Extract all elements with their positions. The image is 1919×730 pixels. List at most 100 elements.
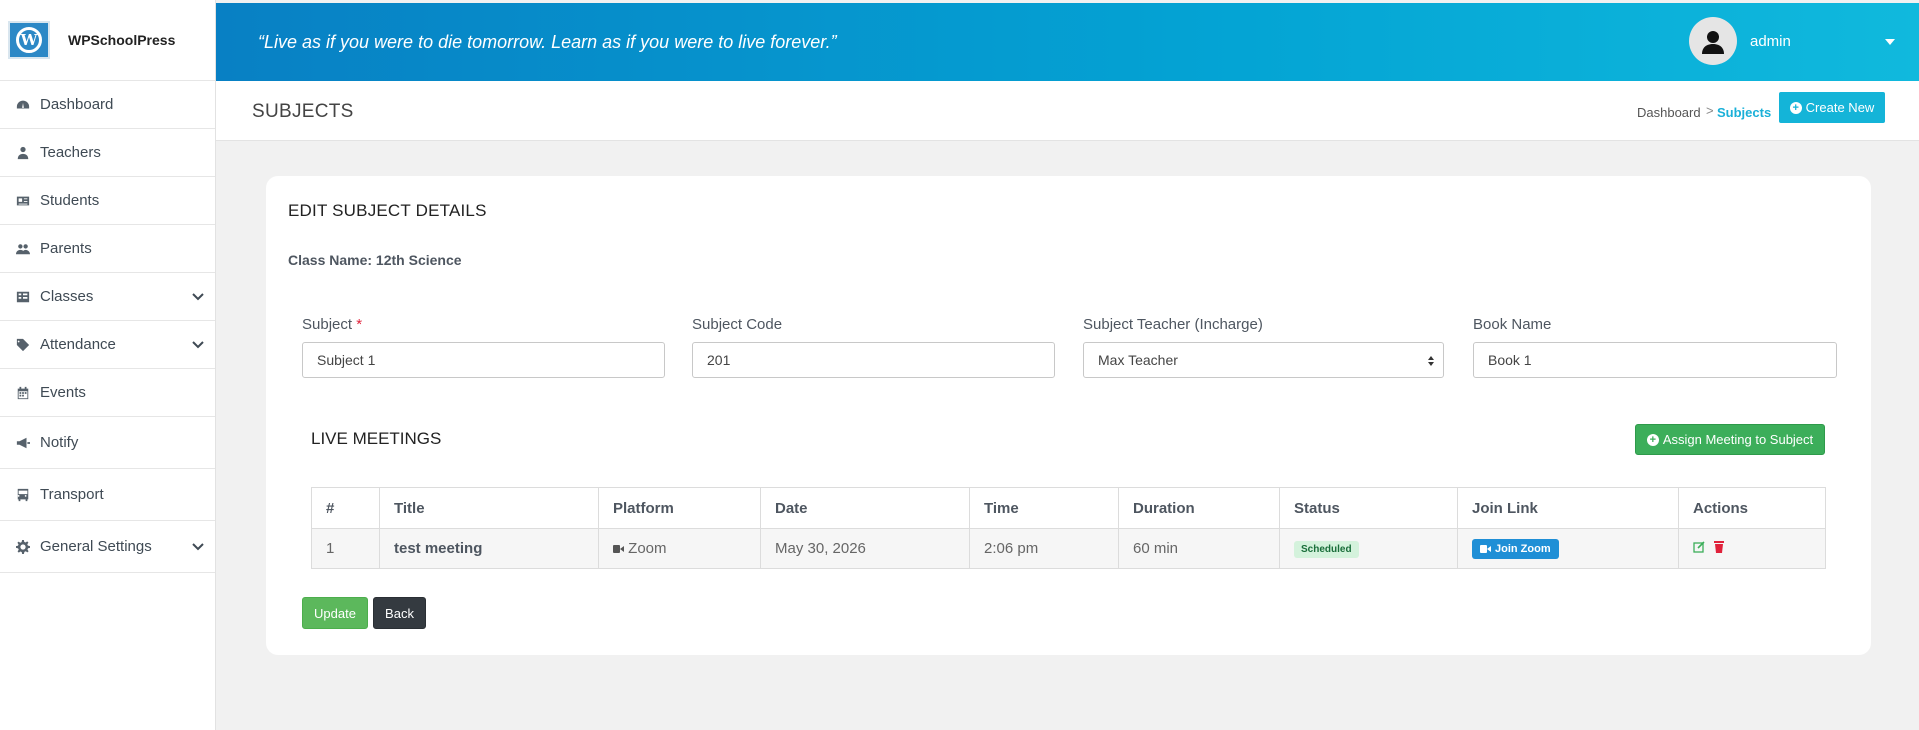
tag-icon (15, 337, 31, 353)
trash-icon[interactable] (1713, 540, 1725, 553)
update-button[interactable]: Update (302, 597, 368, 629)
user-name[interactable]: admin (1750, 33, 1791, 50)
col-title: Title (379, 487, 599, 529)
assign-meeting-label: Assign Meeting to Subject (1662, 432, 1814, 447)
meetings-table: # Title Platform Date Time Duration Stat… (311, 487, 1826, 569)
table-header-row: # Title Platform Date Time Duration Stat… (311, 487, 1826, 529)
platform-name: Zoom (628, 540, 667, 557)
cell-platform: Zoom (598, 528, 761, 569)
edit-subject-card: EDIT SUBJECT DETAILS Class Name: 12th Sc… (266, 176, 1871, 655)
col-date: Date (760, 487, 970, 529)
bus-icon (15, 487, 31, 503)
sidebar-item-events[interactable]: Events (0, 369, 215, 417)
user-icon (1702, 31, 1724, 54)
col-join-link: Join Link (1457, 487, 1679, 529)
plus-circle-icon: + (1789, 101, 1802, 114)
class-name: Class Name: 12th Science (288, 252, 462, 268)
cell-status: Scheduled (1279, 528, 1458, 569)
sidebar-item-label: Attendance (40, 336, 116, 353)
motivational-quote: “Live as if you were to die tomorrow. Le… (258, 32, 837, 52)
subject-code-label: Subject Code (692, 316, 783, 333)
join-zoom-button[interactable]: Join Zoom (1472, 538, 1559, 559)
book-name-input[interactable]: Book 1 (1473, 342, 1837, 378)
live-meetings-title: LIVE MEETINGS (311, 429, 442, 448)
id-card-icon (15, 193, 31, 209)
col-number: # (311, 487, 380, 529)
col-platform: Platform (598, 487, 761, 529)
edit-icon[interactable] (1693, 541, 1705, 553)
plus-circle-icon: + (1646, 433, 1659, 446)
sidebar-item-label: General Settings (40, 538, 152, 555)
col-time: Time (969, 487, 1119, 529)
logo-letter: W (16, 27, 42, 53)
caret-down-icon[interactable] (1885, 39, 1895, 45)
join-zoom-label: Join Zoom (1495, 542, 1551, 555)
sidebar-item-label: Transport (40, 486, 104, 503)
table-icon (15, 289, 31, 305)
cell-number: 1 (311, 528, 380, 569)
create-new-button[interactable]: + Create New (1779, 92, 1885, 123)
sidebar-item-notify[interactable]: Notify (0, 417, 215, 469)
back-button[interactable]: Back (373, 597, 426, 629)
create-new-label: Create New (1805, 100, 1875, 115)
video-camera-icon (1480, 544, 1491, 553)
sidebar-item-label: Classes (40, 288, 94, 305)
status-badge: Scheduled (1294, 541, 1359, 558)
chevron-down-icon[interactable] (191, 338, 205, 352)
col-status: Status (1279, 487, 1458, 529)
sidebar-item-general-settings[interactable]: General Settings (0, 521, 215, 573)
select-arrows-icon (1428, 356, 1434, 366)
col-duration: Duration (1118, 487, 1280, 529)
sidebar-item-label: Dashboard (40, 96, 114, 113)
sidebar-item-teachers[interactable]: Teachers (0, 129, 215, 177)
megaphone-icon (15, 435, 31, 451)
breadcrumb-current: Subjects (1717, 105, 1772, 120)
required-marker: * (356, 316, 363, 333)
avatar[interactable] (1689, 17, 1737, 65)
calendar-icon (15, 385, 31, 401)
sidebar-item-attendance[interactable]: Attendance (0, 321, 215, 369)
card-title: EDIT SUBJECT DETAILS (288, 201, 487, 220)
book-name-label: Book Name (1473, 316, 1552, 333)
subject-label: Subject * (302, 316, 362, 333)
sidebar-item-label: Students (40, 192, 100, 209)
cell-time: 2:06 pm (969, 528, 1119, 569)
users-icon (15, 241, 31, 257)
dashboard-icon (15, 97, 31, 113)
breadcrumb-dashboard[interactable]: Dashboard (1637, 105, 1701, 120)
page-header: SUBJECTS Dashboard > Subjects + Create N… (216, 81, 1919, 141)
subject-teacher-value: Max Teacher (1098, 352, 1178, 368)
teacher-icon (15, 145, 31, 161)
cell-join-link: Join Zoom (1457, 528, 1679, 569)
chevron-down-icon[interactable] (191, 290, 205, 304)
cell-date: May 30, 2026 (760, 528, 970, 569)
page-title: SUBJECTS (252, 101, 354, 122)
cell-title: test meeting (379, 528, 599, 569)
brand-name: WPSchoolPress (68, 32, 176, 48)
cell-duration: 60 min (1118, 528, 1280, 569)
subject-code-input[interactable]: 201 (692, 342, 1055, 378)
video-camera-icon (613, 545, 624, 553)
sidebar-item-transport[interactable]: Transport (0, 469, 215, 521)
table-row: 1 test meeting Zoom May 30, 2026 2:06 pm… (311, 528, 1826, 569)
subject-teacher-label: Subject Teacher (Incharge) (1083, 316, 1263, 333)
sidebar-item-dashboard[interactable]: Dashboard (0, 81, 215, 129)
sidebar-item-label: Events (40, 384, 86, 401)
subject-input[interactable]: Subject 1 (302, 342, 665, 378)
chevron-down-icon[interactable] (191, 540, 205, 554)
brand[interactable]: W WPSchoolPress (0, 0, 215, 81)
gear-icon (15, 539, 31, 555)
sidebar-item-students[interactable]: Students (0, 177, 215, 225)
subject-teacher-select[interactable]: Max Teacher (1083, 342, 1444, 378)
sidebar-item-classes[interactable]: Classes (0, 273, 215, 321)
topbar: “Live as if you were to die tomorrow. Le… (216, 3, 1919, 81)
breadcrumb-separator: > (1706, 103, 1714, 118)
sidebar: W WPSchoolPress Dashboard Teachers Stude… (0, 0, 216, 730)
sidebar-item-label: Parents (40, 240, 92, 257)
sidebar-item-label: Notify (40, 434, 79, 451)
assign-meeting-button[interactable]: + Assign Meeting to Subject (1635, 424, 1825, 455)
sidebar-item-parents[interactable]: Parents (0, 225, 215, 273)
col-actions: Actions (1678, 487, 1826, 529)
subject-label-text: Subject (302, 316, 353, 333)
sidebar-item-label: Teachers (40, 144, 101, 161)
